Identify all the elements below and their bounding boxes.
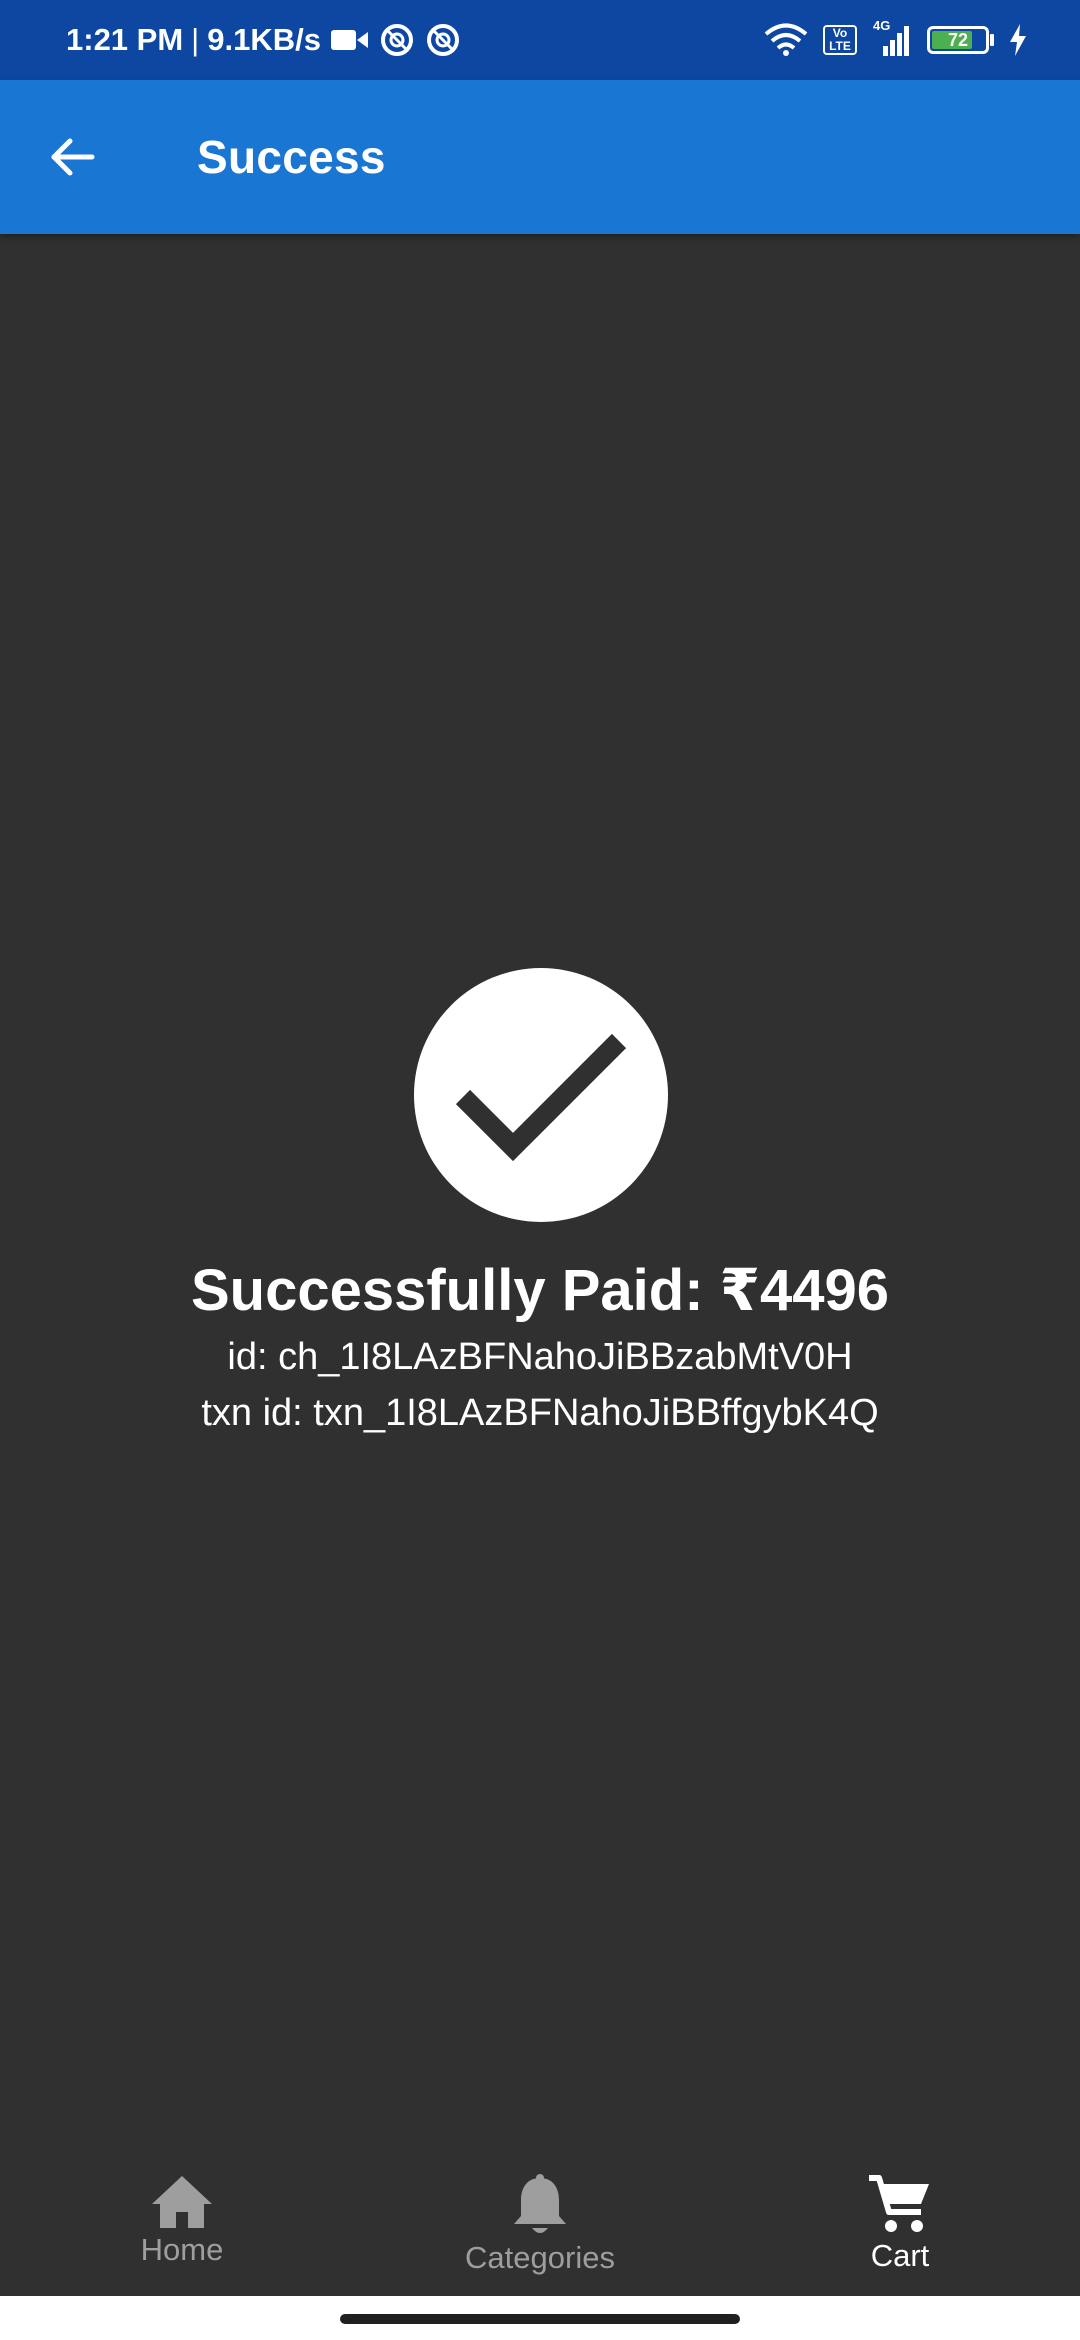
status-left: 1:21 PM | 9.1KB/s xyxy=(66,22,461,58)
bottom-navigation: Home Categories Cart xyxy=(0,2160,1080,2296)
payment-amount-label: Successfully Paid: ₹4496 xyxy=(190,1258,890,1323)
check-circle-icon xyxy=(414,968,668,1222)
status-time: 1:21 PM xyxy=(66,22,184,57)
volte-badge: Vo LTE xyxy=(823,25,857,55)
nav-item-home[interactable]: Home xyxy=(52,2174,312,2284)
cell-signal: 4G xyxy=(871,18,913,56)
nav-label-home: Home xyxy=(140,2232,224,2267)
notification-circle-icon xyxy=(380,24,413,56)
charging-bolt-icon xyxy=(1010,24,1026,56)
nav-label-cart: Cart xyxy=(870,2238,930,2273)
battery-level: 72 xyxy=(947,29,969,50)
page-title: Success xyxy=(197,131,386,183)
checkmark-icon xyxy=(455,1033,627,1162)
charge-id-text: id: ch_1I8LAzBFNahoJiBBzabMtV0H xyxy=(227,1336,853,1378)
network-type: 4G xyxy=(873,18,891,33)
home-gesture-bar[interactable] xyxy=(340,2314,740,2324)
bell-icon xyxy=(514,2174,566,2233)
nav-item-categories[interactable]: Categories xyxy=(410,2174,670,2284)
volte-label: Vo LTE xyxy=(829,26,851,53)
notification-circle-icon xyxy=(426,24,459,56)
nav-label-categories: Categories xyxy=(465,2240,615,2275)
arrow-back-icon xyxy=(51,138,95,176)
app-bar: Success xyxy=(0,80,1080,234)
back-button[interactable] xyxy=(36,121,108,193)
status-separator: | xyxy=(191,22,200,57)
status-bar: 1:21 PM | 9.1KB/s Vo LTE 4G 72 xyxy=(0,0,1080,80)
gesture-area xyxy=(0,2296,1080,2340)
transaction-id-text: txn id: txn_1I8LAzBFNahoJiBBffgybK4Q xyxy=(201,1392,879,1434)
status-right: Vo LTE 4G 72 xyxy=(763,18,1028,57)
cart-icon xyxy=(869,2175,929,2232)
network-speed: 9.1KB/s xyxy=(207,22,321,57)
wifi-icon xyxy=(764,23,808,56)
nav-item-cart[interactable]: Cart xyxy=(770,2174,1030,2284)
home-icon xyxy=(152,2176,212,2228)
video-camera-icon xyxy=(330,30,368,50)
battery-indicator: 72 xyxy=(927,26,994,54)
